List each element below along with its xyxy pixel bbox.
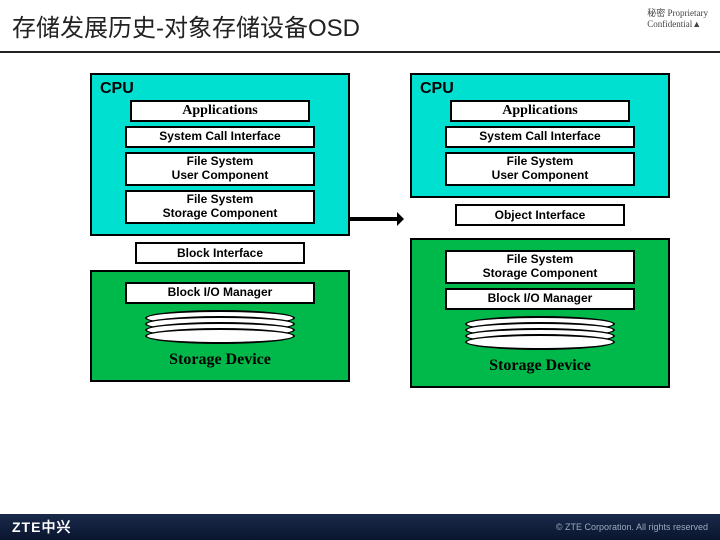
fs-user-l2: User Component: [172, 169, 269, 183]
block-io-manager-right: Block I/O Manager: [445, 288, 635, 310]
slide-footer: ZTE中兴 © ZTE Corporation. All rights rese…: [0, 514, 720, 540]
fs-user-component-left: File System User Component: [125, 152, 315, 186]
cpu-label-left: CPU: [100, 80, 340, 98]
object-interface-label: Object Interface: [455, 204, 625, 226]
applications-left: Applications: [130, 100, 310, 122]
fs-stor-r2: Storage Component: [483, 267, 598, 281]
fs-storage-component-left: File System Storage Component: [125, 190, 315, 224]
diagram-area: CPU Applications System Call Interface F…: [0, 53, 720, 503]
slide-header: 存储发展历史-对象存储设备OSD 秘密 Proprietary Confiden…: [0, 0, 720, 53]
cpu-label-right: CPU: [420, 80, 660, 98]
storage-device-left: Block I/O Manager Storage Device: [90, 270, 350, 382]
fs-user-l1: File System: [187, 155, 254, 169]
osd-stack: CPU Applications System Call Interface F…: [410, 73, 670, 388]
confid-line1: 秘密 Proprietary: [647, 8, 708, 19]
fs-user-r1: File System: [507, 155, 574, 169]
fs-storage-component-right: File System Storage Component: [445, 250, 635, 284]
fs-stor-l2: Storage Component: [163, 207, 278, 221]
storage-device-label-right: Storage Device: [445, 354, 635, 378]
cpu-host-left: CPU Applications System Call Interface F…: [90, 73, 350, 236]
slide-title: 存储发展历史-对象存储设备OSD: [12, 8, 360, 43]
disk-stack-right: [465, 316, 615, 352]
syscall-interface-right: System Call Interface: [445, 126, 635, 148]
fs-stor-r1: File System: [507, 253, 574, 267]
fs-user-component-right: File System User Component: [445, 152, 635, 186]
traditional-stack: CPU Applications System Call Interface F…: [90, 73, 350, 382]
block-io-manager-left: Block I/O Manager: [125, 282, 315, 304]
disk-stack-left: [145, 310, 295, 346]
storage-device-label-left: Storage Device: [125, 348, 315, 372]
confid-line2: Confidential▲: [647, 19, 708, 30]
fs-user-r2: User Component: [492, 169, 589, 183]
copyright-text: © ZTE Corporation. All rights reserved: [556, 522, 708, 532]
fs-stor-l1: File System: [187, 193, 254, 207]
applications-right: Applications: [450, 100, 630, 122]
confidentiality-mark: 秘密 Proprietary Confidential▲: [647, 8, 708, 30]
syscall-interface-left: System Call Interface: [125, 126, 315, 148]
block-interface-label: Block Interface: [135, 242, 305, 264]
cpu-host-right: CPU Applications System Call Interface F…: [410, 73, 670, 198]
storage-device-right: File System Storage Component Block I/O …: [410, 238, 670, 388]
zte-logo: ZTE中兴: [12, 517, 71, 537]
